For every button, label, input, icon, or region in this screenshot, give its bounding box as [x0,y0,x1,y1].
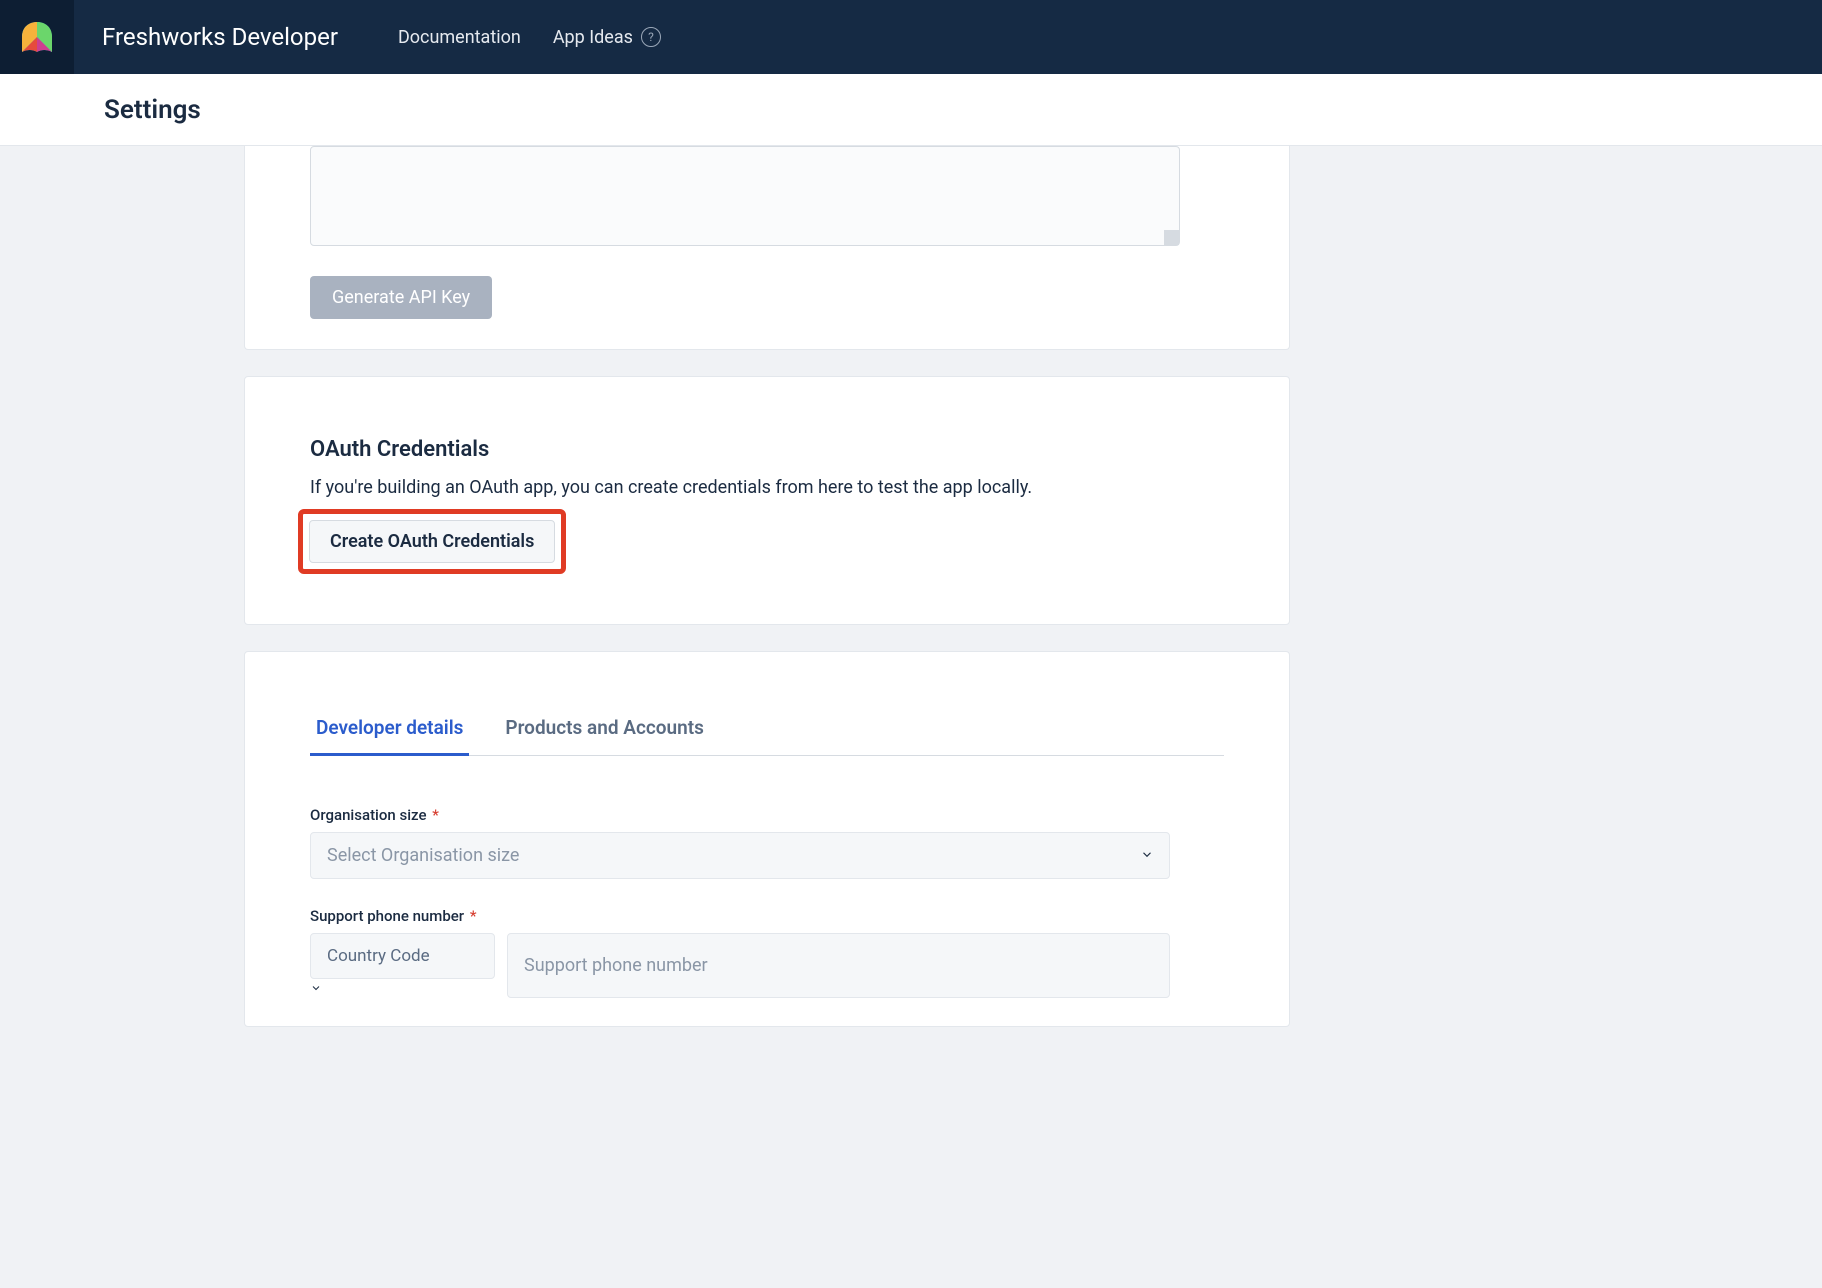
country-code-select-wrap: Country Code [310,933,495,998]
org-size-select-wrap: Select Organisation size [310,832,1170,879]
page-title: Settings [104,95,201,125]
oauth-description: If you're building an OAuth app, you can… [310,474,1224,501]
oauth-title: OAuth Credentials [310,437,1224,462]
nav-links: Documentation App Ideas ? [398,27,661,48]
chevron-down-icon [310,979,322,998]
org-size-field: Organisation size * Select Organisation … [310,806,1224,879]
brand-title: Freshworks Developer [102,23,338,51]
org-size-select[interactable]: Select Organisation size [310,832,1170,879]
org-size-label: Organisation size * [310,806,1224,824]
subheader: Settings [0,74,1822,146]
support-phone-label: Support phone number * [310,907,1224,925]
api-key-textarea[interactable] [310,146,1180,246]
nav-documentation[interactable]: Documentation [398,27,521,48]
tab-products-accounts[interactable]: Products and Accounts [499,702,709,755]
tab-developer-details[interactable]: Developer details [310,702,469,756]
generate-api-key-button: Generate API Key [310,276,492,319]
freshworks-logo-icon [19,19,55,55]
api-key-card: Generate API Key [244,146,1290,350]
country-code-select[interactable]: Country Code [310,933,495,979]
help-icon: ? [641,27,661,47]
topbar: Freshworks Developer Documentation App I… [0,0,1822,74]
nav-app-ideas[interactable]: App Ideas ? [553,27,661,48]
create-oauth-credentials-button[interactable]: Create OAuth Credentials [309,520,555,563]
developer-details-card: Developer details Products and Accounts … [244,651,1290,1027]
required-asterisk: * [428,806,438,824]
oauth-card: OAuth Credentials If you're building an … [244,376,1290,625]
logo-box [0,0,74,74]
support-phone-input[interactable] [507,933,1170,998]
oauth-highlight-box: Create OAuth Credentials [298,509,566,574]
tabs: Developer details Products and Accounts [310,702,1224,756]
content: Generate API Key OAuth Credentials If yo… [0,146,1290,1067]
nav-app-ideas-label: App Ideas [553,27,633,48]
support-phone-field: Support phone number * Country Code [310,907,1224,998]
required-asterisk: * [466,907,476,925]
